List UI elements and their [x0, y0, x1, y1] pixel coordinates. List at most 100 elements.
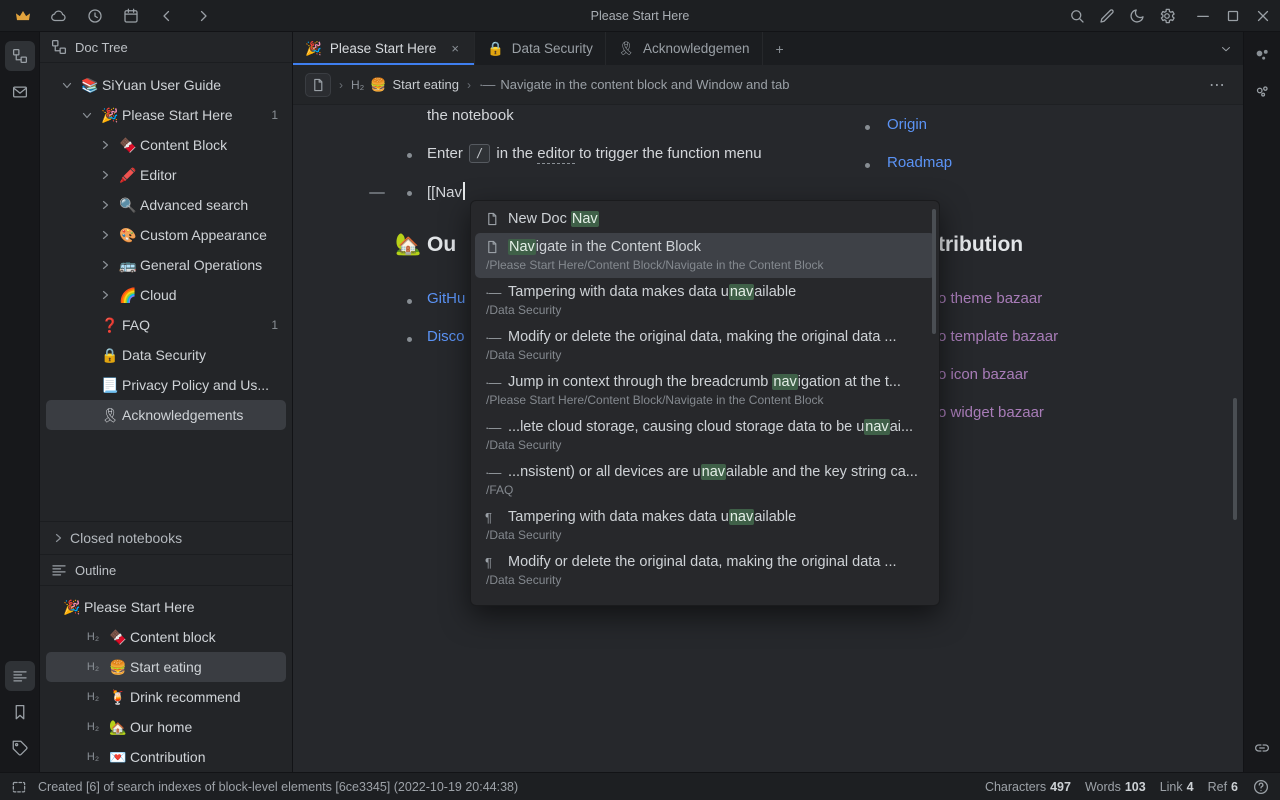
search-result-item[interactable]: ·—Modify or delete the original data, ma…: [475, 323, 935, 368]
editor-scrollbar[interactable]: [1233, 398, 1237, 520]
search-result-item[interactable]: ¶Modify or delete the original data, mak…: [475, 548, 935, 593]
tab-close-icon[interactable]: ×: [448, 39, 462, 58]
workspace-crown-icon[interactable]: [8, 3, 38, 29]
chevron-down-icon[interactable]: [56, 79, 78, 91]
doc-tree-item-siyuan-user-guide[interactable]: 📚SiYuan User Guide: [46, 70, 286, 100]
edit-pencil-icon[interactable]: [1092, 3, 1122, 29]
global-graph-icon[interactable]: [1247, 77, 1277, 107]
close-icon[interactable]: [1248, 3, 1278, 29]
history-icon[interactable]: [80, 3, 110, 29]
outline-item-please-start-here[interactable]: 🎉Please Start Here: [46, 592, 286, 622]
outline-item-drink-recommend[interactable]: H₂🍹Drink recommend: [46, 682, 286, 712]
outline-item-our-home[interactable]: H₂🏡Our home: [46, 712, 286, 742]
origin-link[interactable]: Origin: [887, 116, 927, 133]
search-result-title: New Doc Nav: [485, 211, 921, 227]
search-result-item[interactable]: ·—...nsistent) or all devices are unavai…: [475, 458, 935, 503]
result-text: New Doc Nav: [508, 211, 599, 227]
tab-menu-chevron-down-icon[interactable]: [1219, 32, 1243, 65]
chevron-down-icon[interactable]: [76, 109, 98, 121]
doc-tree-item-please-start-here[interactable]: 🎉Please Start Here1: [46, 100, 286, 130]
chevron-right-icon[interactable]: [94, 289, 116, 301]
tab-please-start-here[interactable]: 🎉Please Start Here×: [293, 32, 475, 65]
forward-icon[interactable]: [188, 3, 218, 29]
search-result-item[interactable]: ·—Tampering with data makes data unavail…: [475, 278, 935, 323]
doc-tree-item-data-security[interactable]: 🔒Data Security: [46, 340, 286, 370]
outline-item-content-block[interactable]: H₂🍫Content block: [46, 622, 286, 652]
chevron-right-icon[interactable]: [94, 139, 116, 151]
discord-link[interactable]: Disco: [427, 328, 465, 345]
doc-tree-icon[interactable]: [5, 41, 35, 71]
editor-ref-link[interactable]: editor: [537, 145, 575, 164]
search-result-item[interactable]: ·—...lete cloud storage, causing cloud s…: [475, 413, 935, 458]
enter-slash-line[interactable]: Enter / in the editor to trigger the fun…: [427, 144, 762, 163]
breadcrumb-item-heading[interactable]: H₂ 🍔 Start eating: [351, 77, 459, 93]
search-result-item[interactable]: New Doc Nav: [475, 205, 935, 233]
tag-icon[interactable]: [5, 733, 35, 763]
dock-toggle-icon[interactable]: [10, 778, 28, 796]
doc-emoji-icon: 📚: [78, 77, 102, 94]
search-icon[interactable]: [1062, 3, 1092, 29]
doc-tree-item-editor[interactable]: 🖍️Editor: [46, 160, 286, 190]
breadcrumb-item-block[interactable]: ·— Navigate in the content block and Win…: [479, 77, 789, 92]
backlinks-link-icon[interactable]: [1247, 733, 1277, 763]
back-icon[interactable]: [152, 3, 182, 29]
left-dock: [0, 32, 40, 772]
doc-tree-item-privacy-policy-and-us[interactable]: 📃Privacy Policy and Us...: [46, 370, 286, 400]
outline-panel-header[interactable]: Outline: [40, 555, 292, 586]
chevron-right-icon[interactable]: [94, 259, 116, 271]
bookmark-icon[interactable]: [5, 697, 35, 727]
counter-words: Words103: [1085, 780, 1146, 794]
doc-tree-item-advanced-search[interactable]: 🔍Advanced search: [46, 190, 286, 220]
doc-tree-item-content-block[interactable]: 🍫Content Block: [46, 130, 286, 160]
github-link[interactable]: GitHu: [427, 290, 465, 307]
search-result-item[interactable]: Navigate in the Content Block/Please Sta…: [475, 233, 935, 278]
icon-bazaar-link[interactable]: o icon bazaar: [938, 366, 1028, 383]
doc-tree-item-custom-appearance[interactable]: 🎨Custom Appearance: [46, 220, 286, 250]
popup-scrollbar[interactable]: [932, 209, 936, 334]
closed-notebooks-row[interactable]: Closed notebooks: [40, 522, 292, 554]
heading-emoji-icon: 💌: [106, 749, 130, 766]
tab-emoji-icon: 🎗: [618, 41, 635, 57]
settings-gear-icon[interactable]: [1152, 3, 1182, 29]
outline-item-contribution[interactable]: H₂💌Contribution: [46, 742, 286, 772]
block-drag-handle[interactable]: [369, 192, 385, 194]
sync-cloud-icon[interactable]: [44, 3, 74, 29]
slash-kbd: /: [469, 144, 490, 163]
doc-tree-item-acknowledgements[interactable]: 🎗Acknowledgements: [46, 400, 286, 430]
chevron-right-icon[interactable]: [94, 199, 116, 211]
tab-data-security[interactable]: 🔒Data Security: [475, 32, 606, 65]
doc-emoji-icon: 🔍: [116, 197, 140, 214]
breadcrumb-separator: ›: [467, 78, 471, 92]
tab-acknowledgemen[interactable]: 🎗 Acknowledgemen: [606, 32, 763, 65]
theme-moon-icon[interactable]: [1122, 3, 1152, 29]
roadmap-link[interactable]: Roadmap: [887, 154, 952, 171]
outline-item-start-eating[interactable]: H₂🍔Start eating: [46, 652, 286, 682]
search-result-item[interactable]: ¶Tampering with data makes data unavaila…: [475, 503, 935, 548]
graph-icon[interactable]: [1247, 41, 1277, 71]
daily-note-calendar-icon[interactable]: [116, 3, 146, 29]
doc-tree-panel-header[interactable]: Doc Tree: [40, 32, 292, 63]
contribution-heading[interactable]: tribution: [938, 233, 1023, 257]
minimize-icon[interactable]: [1188, 3, 1218, 29]
outline-icon[interactable]: [5, 661, 35, 691]
more-options-button[interactable]: ⋯: [1203, 73, 1231, 97]
doc-tree-item-faq[interactable]: ❓FAQ1: [46, 310, 286, 340]
help-icon[interactable]: [1252, 778, 1270, 796]
doc-tree-item-cloud[interactable]: 🌈Cloud: [46, 280, 286, 310]
tab-label: Acknowledgemen: [643, 41, 750, 56]
widget-bazaar-link[interactable]: o widget bazaar: [938, 404, 1044, 421]
maximize-icon[interactable]: [1218, 3, 1248, 29]
wrapped-text-line[interactable]: the notebook: [427, 107, 514, 124]
template-bazaar-link[interactable]: o template bazaar: [938, 328, 1058, 345]
theme-bazaar-link[interactable]: o theme bazaar: [938, 290, 1042, 307]
doc-tree-item-general-operations[interactable]: 🚌General Operations: [46, 250, 286, 280]
our-home-heading[interactable]: 🏡 Ou: [395, 233, 456, 257]
search-result-item[interactable]: ·—Jump in context through the breadcrumb…: [475, 368, 935, 413]
new-tab-button[interactable]: +: [763, 32, 797, 65]
doc-icon[interactable]: [305, 73, 331, 97]
inbox-mail-icon[interactable]: [5, 77, 35, 107]
typing-line[interactable]: [[Nav: [427, 182, 465, 201]
result-text: Modify or delete the original data, maki…: [508, 554, 897, 570]
chevron-right-icon[interactable]: [94, 169, 116, 181]
chevron-right-icon[interactable]: [94, 229, 116, 241]
